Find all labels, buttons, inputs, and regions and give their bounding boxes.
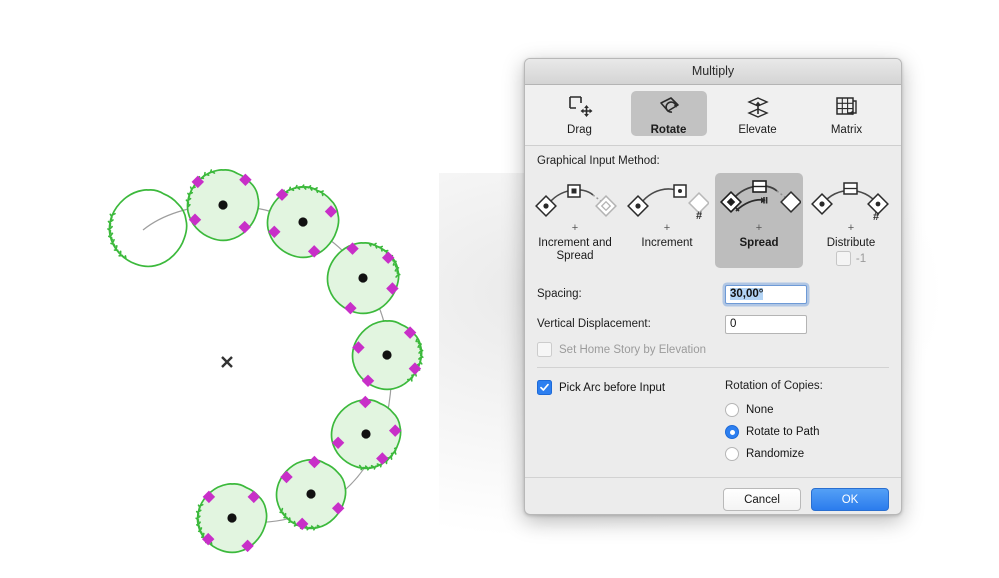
radio-randomize[interactable] [725, 447, 739, 461]
arc-center-marker [221, 356, 233, 368]
mode-tab-elevate[interactable]: Elevate [720, 91, 796, 136]
gim-marker-plus: + [847, 222, 855, 234]
minus-one-label: -1 [855, 252, 867, 265]
tree-symbols-layer [108, 170, 423, 553]
elevate-icon [745, 94, 771, 121]
pick-arc-checkbox[interactable] [537, 380, 552, 395]
radio-none[interactable] [725, 403, 739, 417]
radio-row-none[interactable]: None [725, 399, 889, 421]
parameter-fields: Spacing: 30,00° Vertical Displacement: 0… [525, 282, 901, 368]
drag-icon [567, 94, 593, 121]
tree-center-node[interactable] [306, 489, 316, 499]
increment-icon: # [625, 176, 709, 224]
radio-row-rotate-to-path[interactable]: Rotate to Path [725, 421, 889, 443]
radio-randomize-label: Randomize [746, 448, 805, 460]
graphical-input-method-group[interactable]: + Increment and Spread # + Increment + S… [525, 173, 901, 268]
rotation-of-copies-title: Rotation of Copies: [725, 380, 823, 392]
mode-tab-rotate-label: Rotate [650, 124, 687, 136]
minus-one-checkbox[interactable] [835, 251, 851, 266]
gim-increment-and-spread[interactable]: + Increment and Spread [531, 173, 619, 268]
gim-distribute-label: Distribute [826, 237, 876, 249]
checkmark-icon [540, 383, 549, 391]
rotate-icon [656, 94, 682, 121]
mode-tab-drag[interactable]: Drag [542, 91, 618, 136]
dialog-footer: Cancel OK [525, 478, 901, 511]
options-section: Pick Arc before Input Rotation of Copies… [525, 368, 901, 465]
mode-tab-matrix[interactable]: Matrix [809, 91, 885, 136]
gim-marker-plus: + [663, 222, 671, 234]
gim-increment[interactable]: # + Increment [623, 173, 711, 268]
gim-spread[interactable]: + Spread [715, 173, 803, 268]
svg-text:#: # [873, 211, 879, 221]
gim-spread-label: Spread [739, 237, 779, 249]
dialog-titlebar: Multiply [525, 59, 901, 85]
tree-center-node[interactable] [361, 429, 371, 439]
tree-center-node[interactable] [218, 200, 228, 210]
gim-distribute[interactable]: # + Distribute -1 [807, 173, 895, 268]
ok-button[interactable]: OK [811, 488, 889, 511]
vertical-displacement-input-value: 0 [730, 318, 737, 330]
radio-dot [729, 429, 735, 435]
set-home-story-row[interactable]: Set Home Story by Elevation [537, 342, 889, 357]
minus-one-option[interactable]: -1 [835, 251, 867, 266]
mode-tab-rotate[interactable]: Rotate [630, 91, 707, 136]
mode-toolbar[interactable]: Drag Rotate Elevate Matrix [525, 85, 901, 146]
spacing-label: Spacing: [537, 288, 582, 300]
gim-increment-and-spread-label: Increment and Spread [538, 237, 612, 262]
tree-center-node[interactable] [382, 350, 392, 360]
gim-marker-plus: + [571, 222, 579, 234]
set-home-story-checkbox[interactable] [537, 342, 552, 357]
tree-symbol[interactable] [108, 190, 187, 267]
increment-and-spread-icon [533, 176, 617, 224]
tree-center-node[interactable] [227, 513, 237, 523]
dialog-body: Graphical Input Method: + Increment and … [525, 146, 901, 511]
dialog-title: Multiply [691, 64, 735, 78]
mode-tab-drag-label: Drag [567, 124, 592, 136]
svg-text:#: # [696, 210, 702, 221]
pick-arc-row[interactable]: Pick Arc before Input [537, 380, 725, 395]
pick-arc-label: Pick Arc before Input [559, 381, 666, 394]
mode-tab-elevate-label: Elevate [738, 124, 777, 136]
gim-marker-plus: + [755, 222, 763, 234]
mode-tab-matrix-label: Matrix [830, 124, 863, 136]
vertical-displacement-row: Vertical Displacement: 0 [537, 312, 889, 336]
gim-increment-label: Increment [641, 237, 693, 249]
matrix-icon [834, 94, 860, 121]
radio-none-label: None [746, 404, 774, 416]
cancel-button[interactable]: Cancel [723, 488, 801, 511]
spread-icon [717, 176, 801, 224]
radio-rotate-to-path[interactable] [725, 425, 739, 439]
distribute-icon: # [809, 176, 893, 224]
radio-row-randomize[interactable]: Randomize [725, 443, 889, 465]
options-left-column: Pick Arc before Input [537, 380, 725, 465]
graphical-input-method-label: Graphical Input Method: [537, 155, 660, 167]
radio-rotate-to-path-label: Rotate to Path [746, 426, 820, 438]
rotation-of-copies-group: Rotation of Copies: None Rotate to Path … [725, 380, 889, 465]
tree-center-node[interactable] [358, 273, 368, 283]
set-home-story-label: Set Home Story by Elevation [559, 343, 707, 356]
spacing-row: Spacing: 30,00° [537, 282, 889, 306]
vertical-displacement-label: Vertical Displacement: [537, 318, 651, 330]
spacing-input[interactable]: 30,00° [725, 284, 807, 304]
tree-center-node[interactable] [298, 217, 308, 227]
multiply-dialog[interactable]: Multiply Drag Rotate Elevate Matrix Grap… [524, 58, 902, 515]
spacing-input-value: 30,00° [730, 288, 764, 300]
vertical-displacement-input[interactable]: 0 [725, 314, 807, 334]
